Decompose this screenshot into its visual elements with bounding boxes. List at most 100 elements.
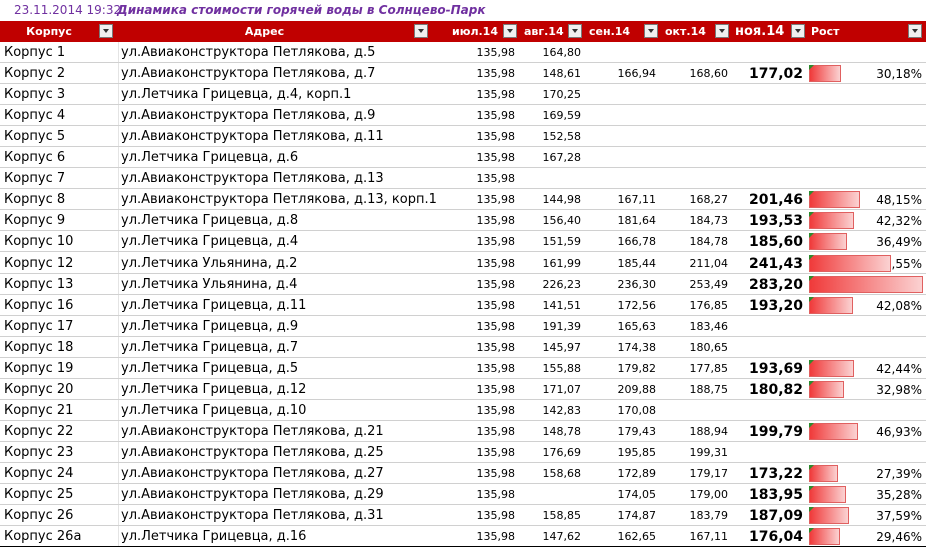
cell-growth[interactable]: 27,39% [876,463,922,483]
cell-sep[interactable]: 172,56 [618,295,657,315]
cell-growth[interactable]: 35,28% [876,484,922,504]
filter-address-button[interactable] [414,24,428,38]
cell-sep[interactable]: 179,82 [618,358,657,378]
cell-oct[interactable]: 179,00 [690,484,729,504]
cell-korpus[interactable]: Корпус 21 [4,400,73,420]
cell-jul[interactable]: 135,98 [477,253,516,273]
cell-oct[interactable]: 184,78 [690,231,729,251]
cell-growth[interactable]: 42,08% [876,295,922,315]
cell-aug[interactable]: 147,62 [543,526,582,546]
cell-address[interactable]: ул.Авиаконструктора Петлякова, д.5 [121,42,375,62]
cell-aug[interactable]: 148,78 [543,421,582,441]
cell-address[interactable]: ул.Летчика Грицевца, д.4, корп.1 [121,84,351,104]
cell-jul[interactable]: 135,98 [477,400,516,420]
cell-jul[interactable]: 135,98 [477,526,516,546]
cell-jul[interactable]: 135,98 [477,84,516,104]
cell-sep[interactable]: 162,65 [618,526,657,546]
table-row[interactable]: Корпус 10 ул.Летчика Грицевца, д.4 135,98 1… [0,231,926,253]
table-row[interactable]: Корпус 26а ул.Летчика Грицевца, д.16 135,9… [0,526,926,548]
cell-address[interactable]: ул.Авиаконструктора Петлякова, д.9 [121,105,375,125]
cell-oct[interactable]: 199,31 [690,442,729,462]
cell-korpus[interactable]: Корпус 1 [4,42,65,62]
cell-growth[interactable]: 36,49% [876,231,922,251]
table-row[interactable]: Корпус 18 ул.Летчика Грицевца, д.7 135,98 1… [0,337,926,358]
cell-nov[interactable]: 187,09 [749,505,803,525]
cell-address[interactable]: ул.Летчика Грицевца, д.16 [121,526,306,546]
table-row[interactable]: Корпус 13 ул.Летчика Ульянина, д.4 135,98 2… [0,274,926,295]
cell-korpus[interactable]: Корпус 22 [4,421,73,441]
cell-oct[interactable]: 168,60 [690,63,729,83]
cell-korpus[interactable]: Корпус 2 [4,63,65,83]
table-row[interactable]: Корпус 3 ул.Летчика Грицевца, д.4, корп.1… [0,84,926,106]
cell-nov[interactable]: 199,79 [749,421,803,441]
cell-korpus[interactable]: Корпус 18 [4,337,73,357]
table-row[interactable]: Корпус 16 ул.Летчика Грицевца, д.11 135,98… [0,295,926,316]
cell-nov[interactable]: 283,20 [749,274,803,294]
cell-aug[interactable]: 142,83 [543,400,582,420]
cell-address[interactable]: ул.Авиаконструктора Петлякова, д.31 [121,505,384,525]
cell-aug[interactable]: 164,80 [543,42,582,62]
cell-sep[interactable]: 165,63 [618,316,657,336]
cell-address[interactable]: ул.Летчика Грицевца, д.9 [121,316,298,336]
cell-korpus[interactable]: Корпус 26 [4,505,73,525]
cell-korpus[interactable]: Корпус 26а [4,526,81,546]
cell-address[interactable]: ул.Летчика Ульянина, д.4 [121,274,297,294]
cell-growth[interactable]: 30,18% [876,63,922,83]
cell-jul[interactable]: 135,98 [477,337,516,357]
cell-oct[interactable]: 188,75 [690,379,729,399]
cell-jul[interactable]: 135,98 [477,274,516,294]
cell-jul[interactable]: 135,98 [477,126,516,146]
filter-sep-button[interactable] [644,24,658,38]
cell-korpus[interactable]: Корпус 13 [4,274,73,294]
cell-aug[interactable]: 167,28 [543,147,582,167]
cell-nov[interactable]: 185,60 [749,231,803,251]
table-row[interactable]: Корпус 9 ул.Летчика Грицевца, д.8 135,98 15… [0,210,926,232]
cell-aug[interactable]: 161,99 [543,253,582,273]
table-row[interactable]: Корпус 25 ул.Авиаконструктора Петлякова, … [0,484,926,506]
cell-aug[interactable]: 158,85 [543,505,582,525]
table-row[interactable]: Корпус 12 ул.Летчика Ульянина, д.2 135,98 1… [0,253,926,274]
table-row[interactable]: Корпус 2 ул.Авиаконструктора Петлякова, д… [0,63,926,85]
cell-aug[interactable]: 152,58 [543,126,582,146]
cell-address[interactable]: ул.Летчика Грицевца, д.11 [121,295,306,315]
cell-oct[interactable]: 168,27 [690,189,729,209]
cell-address[interactable]: ул.Авиаконструктора Петлякова, д.13, кор… [121,189,437,209]
cell-aug[interactable]: 191,39 [543,316,582,336]
cell-oct[interactable]: 184,73 [690,210,729,230]
cell-aug[interactable]: 144,98 [543,189,582,209]
cell-jul[interactable]: 135,98 [477,316,516,336]
cell-oct[interactable]: 183,79 [690,505,729,525]
cell-address[interactable]: ул.Летчика Грицевца, д.6 [121,147,298,167]
cell-jul[interactable]: 135,98 [477,421,516,441]
cell-korpus[interactable]: Корпус 17 [4,316,73,336]
cell-sep[interactable]: 179,43 [618,421,657,441]
table-row[interactable]: Корпус 1 ул.Авиаконструктора Петлякова, д… [0,42,926,63]
cell-aug[interactable]: 226,23 [543,274,582,294]
cell-korpus[interactable]: Корпус 12 [4,253,73,273]
cell-nov[interactable]: 201,46 [749,189,803,209]
cell-growth[interactable]: 32,98% [876,379,922,399]
cell-jul[interactable]: 135,98 [477,358,516,378]
cell-korpus[interactable]: Корпус 16 [4,295,73,315]
cell-aug[interactable]: 176,69 [543,442,582,462]
cell-aug[interactable]: 145,97 [543,337,582,357]
cell-sep[interactable]: 170,08 [618,400,657,420]
table-row[interactable]: Корпус 21 ул.Летчика Грицевца, д.10 135,98… [0,400,926,421]
cell-growth[interactable]: 46,93% [876,421,922,441]
cell-aug[interactable]: 141,51 [543,295,582,315]
filter-growth-button[interactable] [908,24,922,38]
cell-sep[interactable]: 172,89 [618,463,657,483]
table-row[interactable]: Корпус 5 ул.Авиаконструктора Петлякова, д… [0,126,926,148]
cell-sep[interactable]: 185,44 [618,253,657,273]
cell-korpus[interactable]: Корпус 10 [4,231,73,251]
cell-growth[interactable]: 48,15% [876,189,922,209]
cell-jul[interactable]: 135,98 [477,295,516,315]
cell-address[interactable]: ул.Летчика Грицевца, д.12 [121,379,306,399]
cell-address[interactable]: ул.Авиаконструктора Петлякова, д.13 [121,168,384,188]
cell-sep[interactable]: 174,38 [618,337,657,357]
cell-sep[interactable]: 174,87 [618,505,657,525]
cell-sep[interactable]: 167,11 [618,189,657,209]
filter-jul-button[interactable] [503,24,517,38]
cell-korpus[interactable]: Корпус 25 [4,484,73,504]
cell-aug[interactable]: 158,68 [543,463,582,483]
